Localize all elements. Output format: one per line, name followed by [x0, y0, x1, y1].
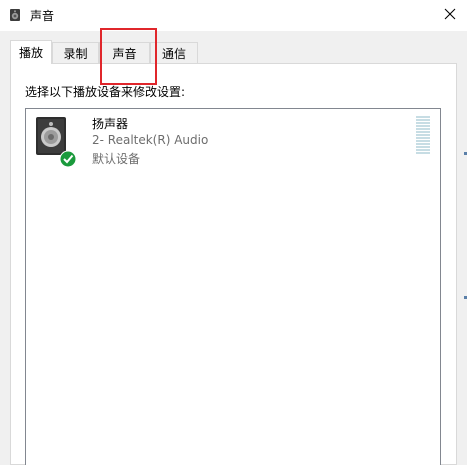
device-status: 默认设备: [92, 152, 141, 166]
device-list[interactable]: 扬声器 2- Realtek(R) Audio 默认设备: [25, 108, 441, 465]
window-title: 声音: [30, 9, 55, 23]
tab-playback[interactable]: 播放: [10, 40, 52, 64]
tab-panel-playback: 选择以下播放设备来修改设置: 扬声器 2- Realtek(R) Audio 默…: [10, 63, 457, 465]
tab-sounds[interactable]: 声音: [99, 42, 150, 64]
tab-label: 播放: [18, 46, 43, 60]
title-bar: 声音: [0, 0, 467, 31]
instruction-text: 选择以下播放设备来修改设置:: [25, 85, 186, 99]
device-description: 2- Realtek(R) Audio: [92, 133, 209, 147]
tab-label: 通信: [161, 47, 186, 61]
speaker-icon: [8, 8, 22, 22]
tab-recording[interactable]: 录制: [52, 42, 99, 64]
device-name: 扬声器: [92, 117, 129, 131]
close-button[interactable]: [432, 0, 467, 31]
list-item-speaker[interactable]: 扬声器 2- Realtek(R) Audio 默认设备: [30, 113, 436, 175]
tab-communications[interactable]: 通信: [150, 42, 198, 64]
speaker-device-icon: [34, 115, 77, 168]
volume-level-meter: [416, 116, 430, 154]
tab-label: 录制: [63, 47, 88, 61]
close-icon: [444, 8, 456, 23]
tab-label: 声音: [112, 47, 137, 61]
